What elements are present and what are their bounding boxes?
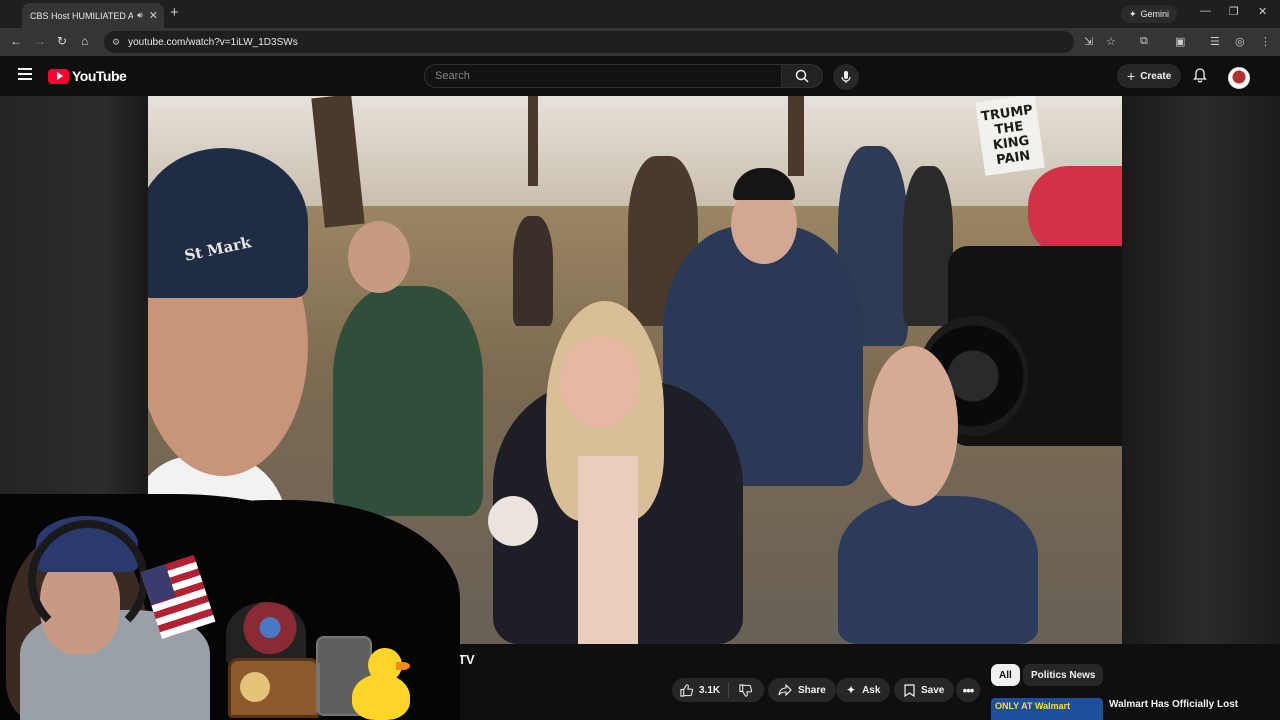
sidebar-icon[interactable]: ▣ — [1175, 35, 1185, 48]
globe-lamp-decoration — [226, 602, 306, 666]
more-horizontal-icon: ••• — [962, 682, 975, 698]
youtube-logo[interactable]: YouTube — [48, 68, 127, 84]
notifications-bell-icon[interactable] — [1192, 67, 1208, 83]
video-protest-sign: TRUMP THE KING PAIN — [975, 96, 1045, 176]
headphones-icon — [28, 520, 148, 640]
browser-toolbar: ← → ↻ ⌂ ⚙ youtube.com/watch?v=1iLW_1D3SW… — [0, 28, 1280, 56]
chip-label: Politics News — [1031, 669, 1096, 681]
reload-icon[interactable]: ↻ — [57, 34, 67, 48]
recommended-video-title[interactable]: Walmart Has Officially Lost — [1109, 699, 1238, 710]
window-close-icon[interactable]: ✕ — [1258, 5, 1267, 18]
video-sweater — [578, 456, 638, 644]
new-tab-icon[interactable]: + — [170, 4, 179, 21]
chip-label: All — [999, 669, 1012, 681]
thumbs-down-icon — [739, 683, 753, 697]
video-hand — [868, 346, 958, 506]
video-cap: St Mark — [148, 148, 308, 298]
video-face — [348, 221, 410, 293]
gemini-label: Gemini — [1140, 9, 1170, 19]
hamburger-menu-icon[interactable] — [18, 68, 32, 80]
dislike-button[interactable] — [729, 683, 762, 697]
sparkle-icon: ✦ — [846, 683, 857, 697]
search-placeholder: Search — [435, 70, 470, 82]
voice-search-button[interactable] — [833, 64, 859, 90]
thumbnail-text: ONLY AT Walmart — [995, 701, 1071, 711]
search-button[interactable] — [781, 64, 823, 88]
thumbs-up-icon — [680, 683, 693, 697]
share-arrow-icon — [778, 684, 792, 696]
browser-tab[interactable]: CBS Host HUMILIATED Afte 🔊︎ ✕ — [22, 3, 164, 28]
account-avatar[interactable] — [1228, 67, 1250, 89]
like-count: 3.1K — [699, 684, 721, 696]
video-coffee-cup — [488, 496, 538, 546]
reading-list-icon[interactable]: ☰ — [1210, 35, 1220, 48]
address-bar[interactable]: ⚙ youtube.com/watch?v=1iLW_1D3SWs — [104, 31, 1074, 53]
minimize-icon[interactable]: — — [1200, 5, 1211, 17]
url-text: youtube.com/watch?v=1iLW_1D3SWs — [128, 36, 298, 48]
profile-icon[interactable]: ◎ — [1235, 35, 1245, 48]
tab-close-icon[interactable]: ✕ — [149, 9, 158, 22]
like-dislike-group: 3.1K — [672, 678, 764, 702]
radio-grill — [240, 672, 270, 702]
tab-title: CBS Host HUMILIATED Afte — [30, 10, 134, 21]
like-button[interactable]: 3.1K — [672, 682, 730, 698]
microphone-icon — [841, 71, 851, 83]
back-icon[interactable]: ← — [10, 34, 22, 48]
rubber-duck-beak — [396, 662, 410, 670]
restore-icon[interactable]: ❐ — [1229, 5, 1239, 18]
recommended-video-thumbnail[interactable]: ONLY AT Walmart — [991, 698, 1103, 720]
video-face — [560, 336, 640, 428]
bookmark-icon — [904, 683, 915, 697]
video-figure — [903, 166, 953, 326]
youtube-header: YouTube Search + Create — [0, 56, 1280, 96]
extensions-icon[interactable]: ⧉ — [1140, 35, 1148, 48]
video-protest-sign-text: TRUMP THE KING PAIN — [980, 102, 1034, 169]
player-backdrop-right — [1122, 96, 1280, 644]
share-label: Share — [798, 684, 826, 696]
video-figure — [513, 216, 553, 326]
video-figure-green-jacket — [333, 286, 483, 516]
home-icon[interactable]: ⌂ — [81, 34, 88, 48]
speaker-icon[interactable]: 🔊︎ — [137, 10, 143, 21]
save-label: Save — [921, 684, 945, 696]
forward-icon[interactable]: → — [34, 34, 46, 48]
bookmark-star-icon[interactable]: ☆ — [1106, 35, 1116, 48]
save-button[interactable]: Save — [894, 678, 955, 702]
ask-label: Ask — [862, 684, 881, 696]
install-app-icon[interactable]: ⇲ — [1084, 35, 1093, 48]
video-cap-text: St Mark — [182, 233, 253, 265]
youtube-logo-text: YouTube — [72, 68, 127, 84]
video-tree — [788, 96, 804, 176]
video-camera-red — [1028, 166, 1122, 256]
search-icon — [795, 69, 809, 83]
sparkle-icon: ✦ — [1129, 8, 1137, 19]
youtube-play-icon — [48, 68, 69, 84]
share-button[interactable]: Share — [768, 678, 836, 702]
browser-tab-strip: CBS Host HUMILIATED Afte 🔊︎ ✕ + ✦ Gemini… — [0, 0, 1280, 28]
chip-all[interactable]: All — [991, 664, 1020, 686]
menu-kebab-icon[interactable]: ⋮ — [1260, 35, 1271, 48]
site-info-icon[interactable]: ⚙ — [112, 37, 120, 48]
create-label: Create — [1140, 70, 1172, 82]
ask-button[interactable]: ✦ Ask — [836, 678, 891, 702]
more-actions-button[interactable]: ••• — [956, 678, 980, 702]
video-figure-cameraman-arm — [838, 496, 1038, 644]
video-tree — [528, 96, 538, 186]
gemini-button[interactable]: ✦ Gemini — [1121, 5, 1178, 23]
search-input[interactable]: Search — [424, 64, 782, 88]
plus-icon: + — [1127, 68, 1136, 84]
create-button[interactable]: + Create — [1117, 64, 1182, 88]
chip-politics-news[interactable]: Politics News — [1023, 664, 1104, 686]
